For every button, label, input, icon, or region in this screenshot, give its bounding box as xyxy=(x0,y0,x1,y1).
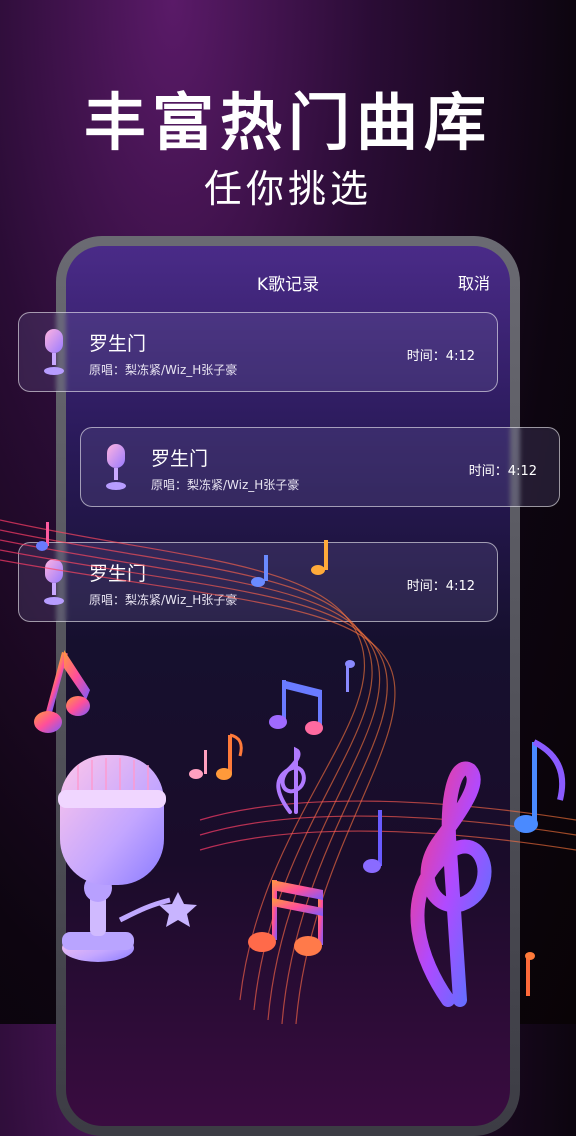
screen-title: K歌记录 xyxy=(256,275,320,295)
microphone-icon xyxy=(44,559,64,605)
song-title: 罗生门 xyxy=(151,448,209,470)
record-card[interactable]: 罗生门 原唱：梨冻紧/Wiz_H张子豪 时间：4:12 xyxy=(80,427,560,507)
microphone-icon xyxy=(44,329,64,375)
song-time: 时间：4:12 xyxy=(406,579,475,594)
song-title: 罗生门 xyxy=(89,333,147,355)
music-note-icon xyxy=(514,739,566,833)
microphone-icon xyxy=(106,444,126,490)
record-card[interactable]: 罗生门 原唱：梨冻紧/Wiz_H张子豪 时间：4:12 xyxy=(18,542,498,622)
promo-subline: 任你挑选 xyxy=(203,167,372,211)
song-artist: 原唱：梨冻紧/Wiz_H张子豪 xyxy=(89,593,238,607)
record-card[interactable]: 罗生门 原唱：梨冻紧/Wiz_H张子豪 时间：4:12 xyxy=(18,312,498,392)
song-artist: 原唱：梨冻紧/Wiz_H张子豪 xyxy=(151,478,300,492)
cancel-button[interactable]: 取消 xyxy=(458,270,490,294)
song-time: 时间：4:12 xyxy=(468,464,537,479)
song-title: 罗生门 xyxy=(89,563,147,585)
promo-headline: 丰富热门曲库 xyxy=(83,86,492,159)
song-artist: 原唱：梨冻紧/Wiz_H张子豪 xyxy=(89,363,238,377)
song-time: 时间：4:12 xyxy=(406,349,475,364)
